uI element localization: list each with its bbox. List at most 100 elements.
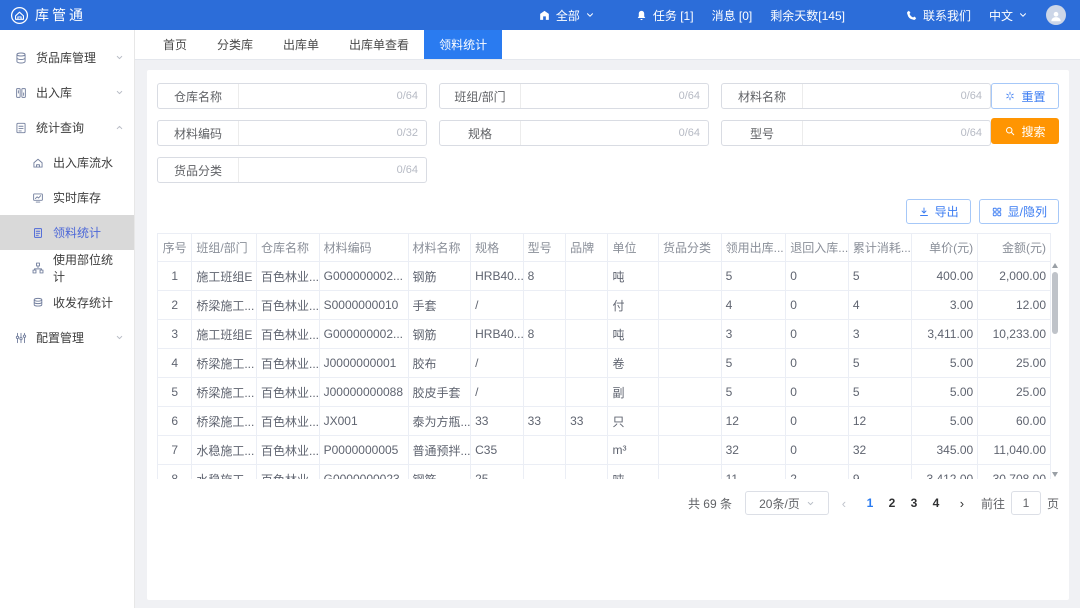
field-material-code: 材料编码 0/32 [157, 120, 427, 146]
chevron-down-icon [115, 333, 124, 342]
avatar[interactable] [1046, 5, 1066, 25]
sidebar-item-label: 领料统计 [53, 224, 101, 241]
table-cell: 百色林业... [256, 320, 319, 349]
scroll-down-icon[interactable] [1052, 472, 1058, 477]
table-row[interactable]: 5桥梁施工...百色林业...J00000000088胶皮手套/副5055.00… [158, 378, 1051, 407]
table-cell: 11,040.00 [978, 436, 1051, 465]
tab-category-store[interactable]: 分类库 [202, 30, 268, 59]
field-material-code-input[interactable] [238, 121, 393, 145]
field-material-name-input[interactable] [802, 84, 957, 108]
table-cell: 8 [158, 465, 192, 480]
search-button[interactable]: 搜索 [991, 118, 1059, 144]
table-cell [566, 349, 608, 378]
field-counter: 0/64 [675, 90, 708, 102]
tab-material-requisition-stats[interactable]: 领料统计 [424, 30, 502, 59]
table-cell: 桥梁施工... [192, 378, 257, 407]
next-page-button[interactable]: › [954, 496, 970, 511]
house-icon [31, 156, 45, 170]
warehouse-selector[interactable]: 全部 [538, 7, 595, 24]
table-cell: 0 [786, 436, 849, 465]
tasks-link[interactable]: 任务 [1] [635, 7, 694, 24]
table-cell: 11 [721, 465, 786, 480]
table-cell: 32 [848, 436, 911, 465]
sidebar-item-material-requisition-stats[interactable]: 领料统计 [0, 215, 134, 250]
sidebar: 货品库管理 出入库 统计查询 出入库流水 实时库存 领料统计 [0, 30, 135, 608]
table-cell: 5 [848, 378, 911, 407]
page-numbers: 1234 [859, 496, 947, 510]
messages-link[interactable]: 消息 [0] [712, 7, 753, 24]
table-cell [566, 436, 608, 465]
reset-button[interactable]: 重置 [991, 83, 1059, 109]
sidebar-item-goods-store-mgmt[interactable]: 货品库管理 [0, 40, 134, 75]
table-toolbar: 导出 显/隐列 [157, 199, 1059, 224]
sidebar-item-inout-flow[interactable]: 出入库流水 [0, 145, 134, 180]
table-cell [566, 378, 608, 407]
chevron-down-icon [115, 88, 124, 97]
table-cell: P0000000005 [319, 436, 408, 465]
scroll-up-icon[interactable] [1052, 263, 1058, 268]
table-row[interactable]: 8水稳施工...百色林业...G0000000023钢筋25吨11293,412… [158, 465, 1051, 480]
sidebar-item-label: 出入库流水 [53, 154, 113, 171]
page-number-3[interactable]: 3 [903, 496, 925, 510]
table-cell: 百色林业... [256, 436, 319, 465]
table-row[interactable]: 6桥梁施工...百色林业...JX001泰为方瓶...333333只120125… [158, 407, 1051, 436]
sidebar-item-label: 统计查询 [36, 119, 84, 136]
goto-unit-label: 页 [1047, 495, 1059, 512]
page-number-4[interactable]: 4 [925, 496, 947, 510]
table-cell: 2 [158, 291, 192, 320]
page-size-select[interactable]: 20条/页 [745, 491, 829, 515]
table-row[interactable]: 3施工班组E百色林业...G000000002...钢筋HRB40...8吨30… [158, 320, 1051, 349]
data-table-wrap: 序号班组/部门仓库名称材料编码材料名称规格型号品牌单位货品分类领用出库...退回… [157, 233, 1059, 479]
field-warehouse-name-input[interactable] [238, 84, 393, 108]
field-spec: 规格 0/64 [439, 120, 709, 146]
table-row[interactable]: 4桥梁施工...百色林业...J0000000001胶布/卷5055.0025.… [158, 349, 1051, 378]
sidebar-item-usage-location-stats[interactable]: 使用部位统计 [0, 250, 134, 285]
table-cell: 吨 [608, 320, 659, 349]
sidebar-item-receive-send-store-stats[interactable]: 收发存统计 [0, 285, 134, 320]
table-cell: 25 [471, 465, 524, 480]
table-cell: 0 [786, 407, 849, 436]
table-cell: 345.00 [911, 436, 978, 465]
field-counter: 0/64 [393, 90, 426, 102]
column-header: 材料编码 [319, 234, 408, 262]
sidebar-item-in-out-store[interactable]: 出入库 [0, 75, 134, 110]
tab-home[interactable]: 首页 [148, 30, 202, 59]
table-cell [523, 465, 565, 480]
field-spec-input[interactable] [520, 121, 675, 145]
page-number-2[interactable]: 2 [881, 496, 903, 510]
goto-page-input[interactable] [1011, 491, 1041, 515]
table-cell: 5 [848, 262, 911, 291]
sidebar-item-label: 配置管理 [36, 329, 84, 346]
table-header-row: 序号班组/部门仓库名称材料编码材料名称规格型号品牌单位货品分类领用出库...退回… [158, 234, 1051, 262]
field-goods-category-input[interactable] [238, 158, 393, 182]
show-hide-columns-button[interactable]: 显/隐列 [979, 199, 1059, 224]
field-team-dept-input[interactable] [520, 84, 675, 108]
table-row[interactable]: 1施工班组E百色林业...G000000002...钢筋HRB40...8吨50… [158, 262, 1051, 291]
table-cell: 胶布 [408, 349, 471, 378]
table-scrollbar[interactable] [1051, 263, 1059, 477]
language-selector[interactable]: 中文 [989, 7, 1028, 24]
export-button[interactable]: 导出 [906, 199, 971, 224]
field-model-input[interactable] [802, 121, 957, 145]
field-counter: 0/64 [957, 90, 990, 102]
contact-us-label: 联系我们 [923, 7, 971, 24]
scrollbar-thumb[interactable] [1052, 272, 1058, 334]
column-header: 累计消耗... [848, 234, 911, 262]
sidebar-item-realtime-stock[interactable]: 实时库存 [0, 180, 134, 215]
prev-page-button[interactable]: ‹ [836, 496, 852, 511]
table-cell: 桥梁施工... [192, 407, 257, 436]
table-cell [566, 291, 608, 320]
sidebar-item-stats-query[interactable]: 统计查询 [0, 110, 134, 145]
page-number-1[interactable]: 1 [859, 496, 881, 510]
logo-icon [10, 6, 29, 25]
sidebar-item-label: 出入库 [36, 84, 72, 101]
table-row[interactable]: 2桥梁施工...百色林业...S0000000010手套/付4043.0012.… [158, 291, 1051, 320]
table-cell [658, 291, 721, 320]
sidebar-item-label: 收发存统计 [53, 294, 113, 311]
table-cell: HRB40... [471, 320, 524, 349]
tab-outbound-order[interactable]: 出库单 [268, 30, 334, 59]
sidebar-item-config-mgmt[interactable]: 配置管理 [0, 320, 134, 355]
contact-us-link[interactable]: 联系我们 [905, 7, 971, 24]
tab-outbound-order-view[interactable]: 出库单查看 [334, 30, 424, 59]
table-row[interactable]: 7水稳施工...百色林业...P0000000005普通预拌...C35m³32… [158, 436, 1051, 465]
